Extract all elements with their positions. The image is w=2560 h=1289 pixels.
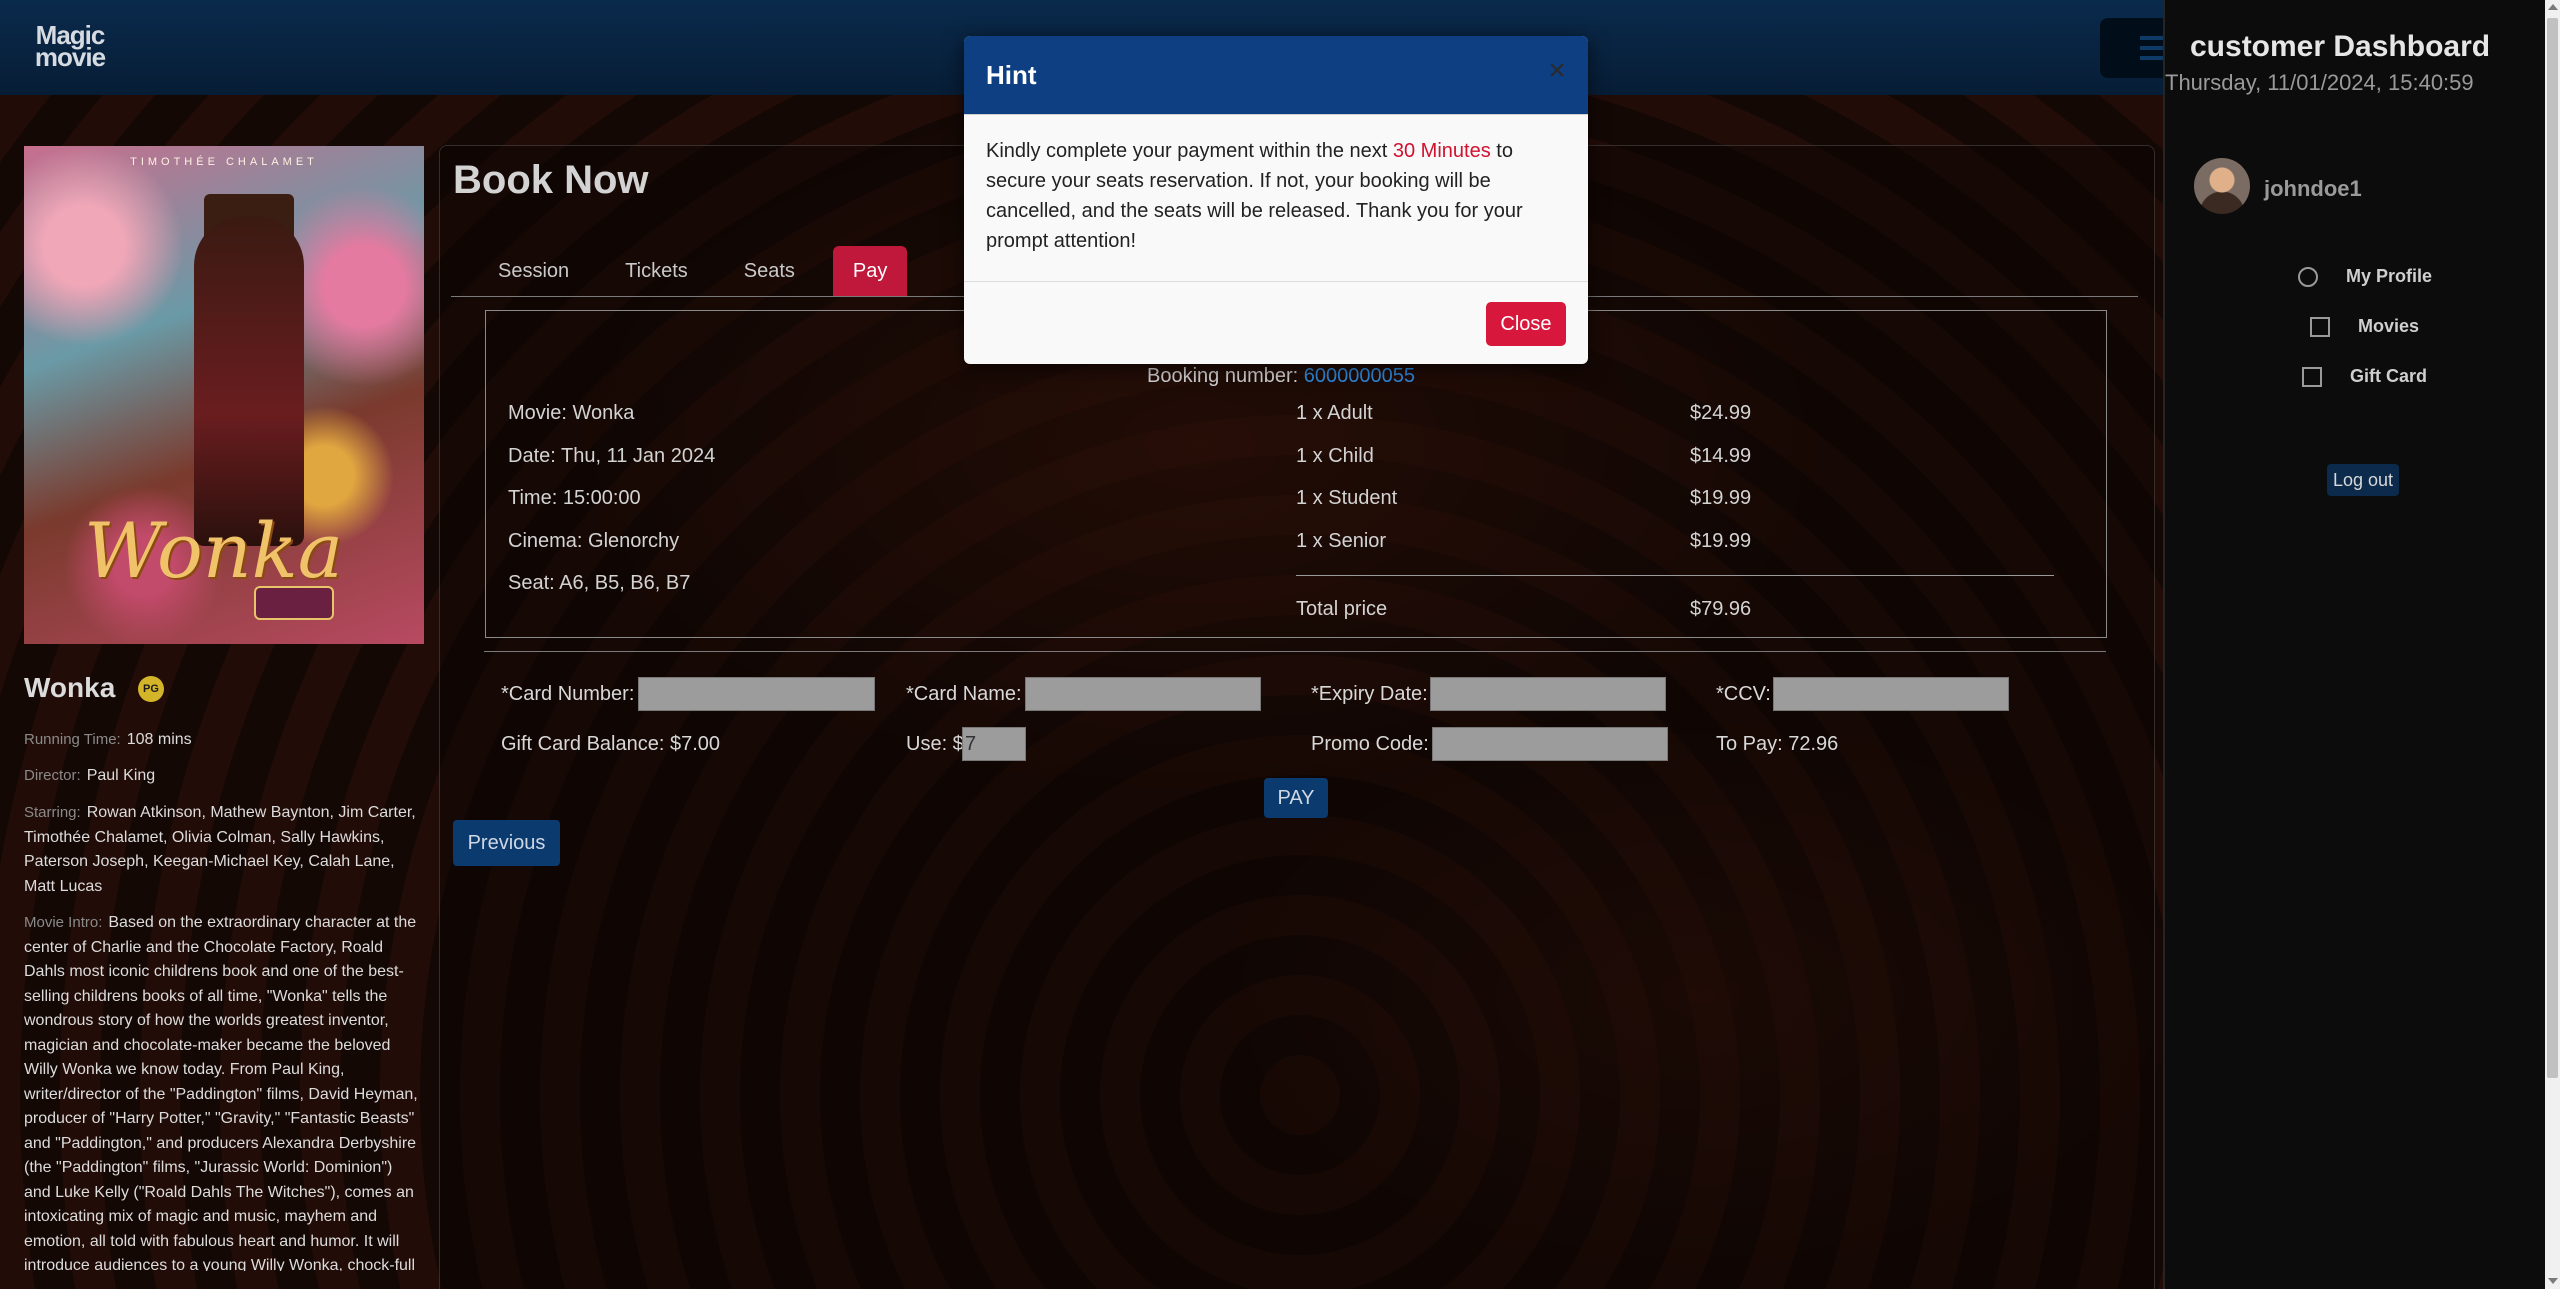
sidebar-item-movies[interactable]: Movies xyxy=(2310,316,2419,337)
card-name-label: *Card Name: xyxy=(906,683,1022,705)
modal-footer: Close xyxy=(964,281,1588,363)
sidebar-item-gift-card[interactable]: Gift Card xyxy=(2302,366,2427,387)
site-logo[interactable]: Magic movie xyxy=(30,22,110,72)
detail-seats: Seat: A6, B5, B6, B7 xyxy=(508,572,691,594)
ticket-line-price: $19.99 xyxy=(1690,530,1752,552)
gift-use-label: Use: $ xyxy=(906,733,964,755)
card-name-input[interactable] xyxy=(1025,677,1261,711)
ticket-line-label: 1 x Adult xyxy=(1296,402,1373,424)
previous-button[interactable]: Previous xyxy=(453,820,560,866)
running-time: Running Time: 108 mins xyxy=(24,731,192,748)
close-icon[interactable]: × xyxy=(1542,56,1572,86)
scroll-down-icon[interactable] xyxy=(2548,1278,2558,1284)
ccv-input[interactable] xyxy=(1773,677,2009,711)
ccv-label: *CCV: xyxy=(1716,683,1771,705)
detail-date: Date: Thu, 11 Jan 2024 xyxy=(508,445,716,467)
username[interactable]: johndoe1 xyxy=(2264,176,2362,202)
film-icon xyxy=(2302,366,2322,387)
promo-code-input[interactable] xyxy=(1432,727,1668,761)
director: Director: Paul King xyxy=(24,767,156,784)
modal-header: Hint × xyxy=(964,36,1588,115)
detail-time: Time: 15:00:00 xyxy=(508,487,641,509)
detail-cinema: Cinema: Glenorchy xyxy=(508,530,680,552)
dashboard-datetime: Thursday, 11/01/2024, 15:40:59 xyxy=(2165,70,2474,95)
ticket-line-label: 1 x Student xyxy=(1296,487,1398,509)
detail-movie: Movie: Wonka xyxy=(508,402,635,424)
total-price: $79.96 xyxy=(1690,598,1752,620)
ticket-line-label: 1 x Senior xyxy=(1296,530,1387,552)
film-icon xyxy=(2310,316,2330,337)
card-number-label: *Card Number: xyxy=(501,683,635,705)
tab-pay[interactable]: Pay xyxy=(832,246,908,296)
page-title: Book Now xyxy=(453,158,649,202)
expiry-date-input[interactable] xyxy=(1430,677,1666,711)
card-number-input[interactable] xyxy=(638,677,875,711)
tab-tickets[interactable]: Tickets xyxy=(607,246,706,296)
modal-message: Kindly complete your payment within the … xyxy=(986,140,1523,252)
sidebar-item-my-profile[interactable]: My Profile xyxy=(2298,266,2432,287)
ticket-line-price: $14.99 xyxy=(1690,445,1752,467)
to-pay-amount: To Pay: 72.96 xyxy=(1716,733,1839,755)
hint-modal: Hint × Kindly complete your payment with… xyxy=(964,36,1588,364)
menu-toggle-button[interactable] xyxy=(2100,18,2170,78)
expiry-date-label: *Expiry Date: xyxy=(1311,683,1428,705)
logout-button[interactable]: Log out xyxy=(2327,464,2399,496)
avatar[interactable] xyxy=(2194,158,2250,214)
movie-intro: Movie Intro: Based on the extraordinary c… xyxy=(24,914,418,1271)
total-divider xyxy=(1296,575,2054,576)
gift-card-balance: Gift Card Balance: $7.00 xyxy=(501,733,721,755)
rating-badge: PG xyxy=(138,676,164,702)
ticket-line-price: $24.99 xyxy=(1690,402,1752,424)
close-button[interactable]: Close xyxy=(1486,302,1566,346)
total-price-label: Total price xyxy=(1296,598,1388,620)
pay-button[interactable]: PAY xyxy=(1264,778,1328,818)
ticket-line-label: 1 x Child xyxy=(1296,445,1374,467)
section-divider xyxy=(484,651,2106,652)
time-limit-highlight: 30 Minutes xyxy=(1392,140,1491,162)
tab-seats[interactable]: Seats xyxy=(726,246,813,296)
gift-use-input[interactable]: 7 xyxy=(962,727,1026,761)
promo-code-label: Promo Code: xyxy=(1311,733,1429,755)
booking-tabs: Session Tickets Seats Pay xyxy=(480,246,927,296)
dashboard-title: customer Dashboard xyxy=(2190,30,2491,63)
starring: Starring: Rowan Atkinson, Mathew Baynton,… xyxy=(24,804,416,895)
booking-number: Booking number: 6000000055 xyxy=(1147,365,1415,387)
scroll-up-icon[interactable] xyxy=(2548,4,2558,10)
scrollbar-thumb[interactable] xyxy=(2547,18,2558,1078)
user-circle-icon xyxy=(2298,266,2318,287)
tab-session[interactable]: Session xyxy=(480,246,587,296)
ticket-line-price: $19.99 xyxy=(1690,487,1752,509)
movie-title: Wonka xyxy=(24,672,116,703)
movie-poster: TIMOTHÉE CHALAMET Wonka xyxy=(24,146,424,644)
modal-title: Hint xyxy=(986,60,1037,90)
